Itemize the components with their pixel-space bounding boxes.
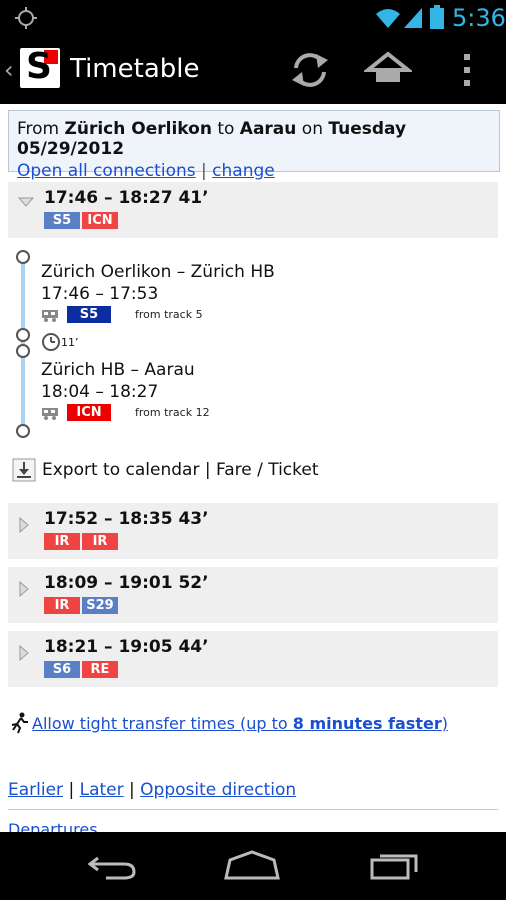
stop-node: [16, 424, 30, 438]
gps-icon: [15, 7, 37, 29]
connection-times: 18:21 – 19:05 44’: [44, 637, 209, 657]
connection-row-2[interactable]: 17:52 – 18:35 43’ IR IR: [8, 503, 498, 559]
leg-info: ICN from track 12: [41, 404, 210, 421]
line-badge: IR: [44, 597, 80, 614]
connection-times: 18:09 – 19:01 52’: [44, 573, 209, 593]
status-time: 5:36: [452, 4, 506, 32]
line-badge: ICN: [67, 404, 111, 421]
line-badge: ICN: [82, 212, 118, 229]
divider: [8, 809, 498, 810]
transfer-info: 11’: [41, 332, 79, 352]
line-badge: S6: [44, 661, 80, 678]
stop-node: [16, 328, 30, 342]
track-info: from track 5: [135, 308, 203, 321]
system-navigation-bar: [0, 832, 506, 900]
query-line: From Zürich Oerlikon to Aarau on Tuesday…: [17, 119, 491, 159]
leg-time: 18:04 – 18:27: [41, 382, 159, 402]
change-query-link[interactable]: change: [212, 161, 275, 181]
navigation-links: Earlier | Later | Opposite direction: [8, 780, 296, 800]
tight-transfer-row[interactable]: Allow tight transfer times (up to 8 minu…: [8, 712, 448, 734]
departures-link[interactable]: Departures: [8, 820, 98, 832]
query-summary: From Zürich Oerlikon to Aarau on Tuesday…: [8, 110, 500, 181]
line-badge: S29: [82, 597, 118, 614]
line-badge: RE: [82, 661, 118, 678]
tight-transfer-link[interactable]: Allow tight transfer times (up to 8 minu…: [32, 714, 448, 733]
overflow-menu-icon[interactable]: [444, 48, 492, 92]
stop-node: [16, 250, 30, 264]
home-nav-icon[interactable]: [222, 850, 282, 882]
connection-badges: IR S29: [44, 597, 118, 614]
collapsed-arrow-icon: [19, 581, 29, 597]
connection-times: 17:52 – 18:35 43’: [44, 509, 209, 529]
line-badge: S5: [44, 212, 80, 229]
refresh-icon[interactable]: [286, 48, 334, 92]
connection-badges: S6 RE: [44, 661, 118, 678]
query-separator: |: [201, 161, 207, 181]
download-icon: [12, 458, 36, 482]
home-icon[interactable]: [364, 48, 412, 92]
stop-node: [16, 344, 30, 358]
battery-icon: [430, 5, 444, 29]
export-row[interactable]: Export to calendar | Fare / Ticket: [12, 458, 319, 482]
connection-row-3[interactable]: 18:09 – 19:01 52’ IR S29: [8, 567, 498, 623]
collapsed-arrow-icon: [19, 517, 29, 533]
line-badge: S5: [67, 306, 111, 323]
transfer-time: 11’: [61, 335, 79, 349]
collapsed-arrow-icon: [19, 645, 29, 661]
connection-details: Zürich Oerlikon – Zürich HB 17:46 – 17:5…: [8, 242, 498, 452]
open-all-connections-link[interactable]: Open all connections: [17, 161, 196, 181]
train-icon: [42, 309, 58, 322]
line-badge: IR: [82, 533, 118, 550]
tight-transfer-bold: 8 minutes faster: [292, 713, 442, 733]
action-bar: ‹ S Timetable: [0, 36, 506, 104]
query-from-station: Zürich Oerlikon: [64, 119, 212, 139]
leg-route: Zürich Oerlikon – Zürich HB: [41, 262, 275, 282]
leg-info: S5 from track 5: [41, 306, 203, 323]
earlier-link[interactable]: Earlier: [8, 780, 63, 800]
line-badge: IR: [44, 533, 80, 550]
running-person-icon: [11, 712, 28, 734]
link-separator: |: [68, 780, 75, 800]
clock-icon: [42, 333, 60, 351]
wifi-icon: [376, 9, 400, 28]
track-info: from track 12: [135, 406, 210, 419]
tight-transfer-end: ): [441, 713, 448, 733]
query-on-label: on: [296, 119, 329, 139]
leg-route: Zürich HB – Aarau: [41, 360, 195, 380]
status-bar: 5:36: [0, 0, 506, 36]
query-from-label: From: [17, 119, 65, 139]
query-actions: Open all connections | change: [17, 161, 491, 181]
query-to-station: Aarau: [239, 119, 297, 139]
export-label[interactable]: Export to calendar | Fare / Ticket: [42, 460, 319, 480]
page-title: Timetable: [70, 54, 200, 84]
connection-badges: S5 ICN: [44, 212, 118, 229]
connection-row-4[interactable]: 18:21 – 19:05 44’ S6 RE: [8, 631, 498, 687]
connection-times: 17:46 – 18:27 41’: [44, 188, 209, 208]
app-logo[interactable]: S: [20, 46, 60, 88]
tight-transfer-text: Allow tight transfer times (up to: [32, 713, 293, 733]
recent-apps-icon[interactable]: [364, 850, 424, 882]
link-separator: |: [129, 780, 135, 800]
back-icon[interactable]: [84, 850, 144, 882]
train-icon: [42, 407, 58, 420]
leg-time: 17:46 – 17:53: [41, 284, 159, 304]
logo-letter: S: [26, 46, 52, 87]
expanded-arrow-icon: [18, 197, 34, 207]
connection-row-1[interactable]: 17:46 – 18:27 41’ S5 ICN: [8, 182, 498, 238]
later-link[interactable]: Later: [80, 780, 124, 800]
opposite-direction-link[interactable]: Opposite direction: [140, 780, 296, 800]
connection-badges: IR IR: [44, 533, 118, 550]
timetable-content: From Zürich Oerlikon to Aarau on Tuesday…: [0, 104, 506, 832]
up-chevron-icon[interactable]: ‹: [4, 56, 14, 84]
query-to-label: to: [211, 119, 240, 139]
signal-icon: [404, 8, 422, 28]
